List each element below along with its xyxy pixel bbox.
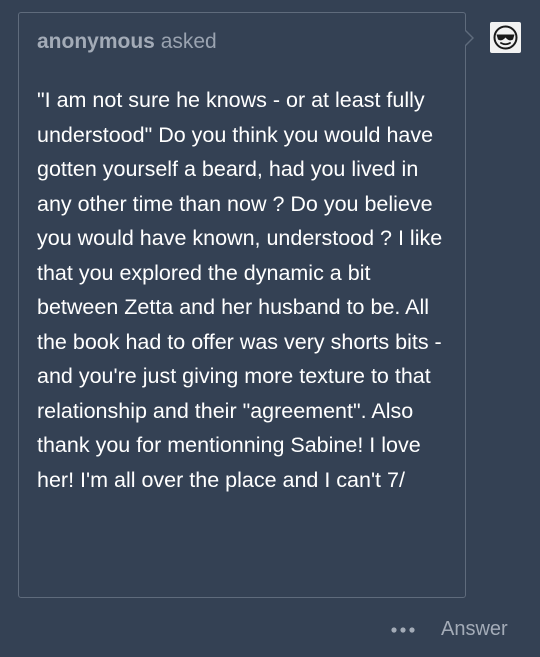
asker-name[interactable]: anonymous (37, 30, 155, 53)
answer-button[interactable]: Answer (441, 618, 508, 641)
anonymous-avatar-icon[interactable] (490, 22, 521, 53)
asker-line: anonymous asked (37, 30, 217, 54)
ask-page: anonymous asked "I am not sure he knows … (0, 0, 540, 657)
anonymous-mask-icon (493, 25, 518, 50)
post-footer: Answer (0, 614, 540, 648)
ask-card: anonymous asked "I am not sure he knows … (18, 12, 466, 598)
question-text: "I am not sure he knows - or at least fu… (37, 88, 443, 492)
more-options-button[interactable] (388, 618, 418, 642)
asked-label: asked (160, 30, 217, 53)
ellipsis-icon (391, 627, 415, 633)
